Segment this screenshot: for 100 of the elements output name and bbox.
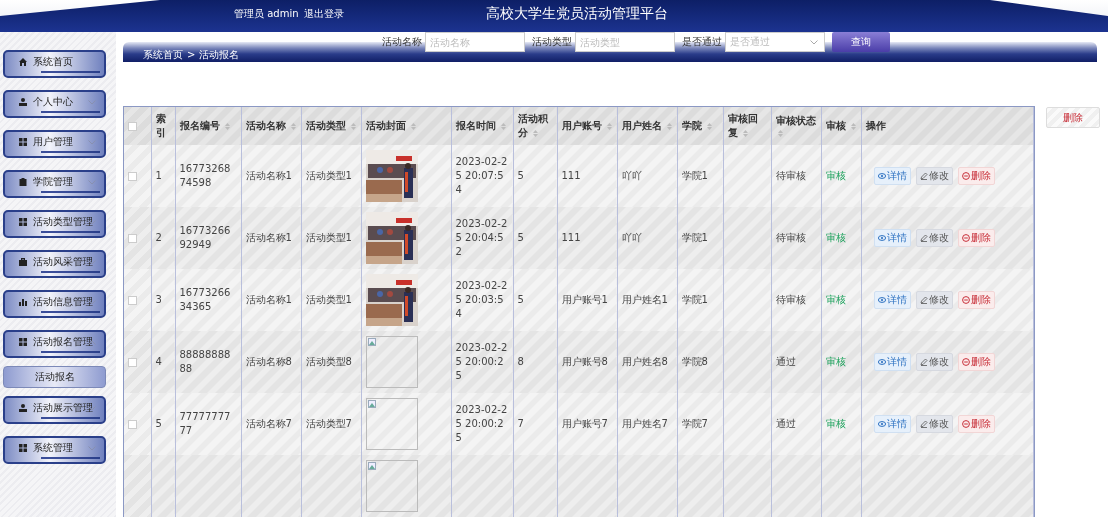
table-cell: 5 bbox=[517, 294, 524, 305]
sidebar-item[interactable]: 用户管理 bbox=[3, 130, 106, 158]
column-header[interactable]: 学院 bbox=[677, 107, 723, 145]
row-checkbox[interactable] bbox=[128, 296, 137, 305]
broken-image-icon bbox=[367, 400, 376, 408]
column-header[interactable]: 用户账号 bbox=[557, 107, 617, 145]
breadcrumb-separator: > bbox=[187, 48, 196, 61]
table-cell: 8888888888 bbox=[179, 349, 231, 374]
delete-button[interactable]: 删除 bbox=[1045, 107, 1100, 128]
column-header: 操作 bbox=[861, 107, 1033, 145]
table-cell: 1677326634365 bbox=[179, 287, 231, 312]
edit-button[interactable]: 修改 bbox=[915, 229, 953, 247]
sidebar-item[interactable]: 活动展示管理 bbox=[3, 396, 106, 424]
table-cell: 111 bbox=[561, 170, 581, 181]
table-cell: 通过 bbox=[775, 356, 796, 367]
sort-icon bbox=[777, 130, 783, 137]
search-field[interactable]: 活动名称 bbox=[425, 32, 525, 52]
breadcrumb-item[interactable]: 系统首页 bbox=[143, 48, 183, 61]
sidebar-item[interactable]: 活动风采管理 bbox=[3, 250, 106, 278]
chevron-down-icon bbox=[88, 140, 96, 145]
column-header[interactable]: 审核状态 bbox=[771, 107, 821, 145]
view-button[interactable]: 详情 bbox=[873, 291, 911, 309]
column-header[interactable]: 活动封面 bbox=[361, 107, 451, 145]
sidebar-item[interactable]: 学院管理 bbox=[3, 170, 106, 198]
edit-button[interactable]: 修改 bbox=[915, 291, 953, 309]
table-cell: 待审核 bbox=[775, 170, 806, 181]
logout-link[interactable]: 退出登录 bbox=[303, 7, 344, 21]
sidebar-item[interactable]: 系统管理 bbox=[3, 436, 106, 464]
edit-button[interactable]: 修改 bbox=[915, 353, 953, 371]
breadcrumb-item[interactable]: 活动报名 bbox=[199, 48, 240, 61]
clipboard-icon bbox=[19, 178, 27, 186]
sidebar-item[interactable]: 个人中心 bbox=[3, 90, 106, 118]
delete-button[interactable]: 删除 bbox=[957, 291, 995, 309]
table-cell: 111 bbox=[561, 232, 581, 243]
column-header[interactable]: 活动积分 bbox=[513, 107, 557, 145]
table-cell: 用户账号7 bbox=[561, 418, 608, 429]
delete-button[interactable]: 删除 bbox=[957, 415, 995, 433]
table-cell: 活动类型1 bbox=[305, 232, 352, 243]
edit-button[interactable]: 修改 bbox=[915, 167, 953, 185]
view-button[interactable]: 详情 bbox=[873, 415, 911, 433]
minus-circle-icon bbox=[961, 172, 970, 180]
minus-circle-icon bbox=[961, 296, 970, 304]
table-cell: 通过 bbox=[775, 418, 796, 429]
table-cell: 活动名称7 bbox=[245, 418, 292, 429]
row-checkbox[interactable] bbox=[128, 420, 137, 429]
eye-icon bbox=[877, 234, 886, 242]
sort-icon bbox=[707, 122, 712, 130]
table-cell: 学院7 bbox=[681, 418, 708, 429]
table-cell: 活动名称1 bbox=[245, 232, 292, 243]
field-label: 活动类型 bbox=[532, 35, 572, 49]
view-button[interactable]: 详情 bbox=[873, 229, 911, 247]
column-header[interactable]: 活动类型 bbox=[301, 107, 361, 145]
sort-icon bbox=[607, 122, 612, 130]
table-cell: 用户姓名7 bbox=[621, 418, 668, 429]
table-cell: 1677326692949 bbox=[179, 225, 231, 250]
table-cell: 2 bbox=[155, 232, 162, 243]
delete-button[interactable]: 删除 bbox=[957, 167, 995, 185]
eye-icon bbox=[877, 172, 886, 180]
sort-icon bbox=[351, 122, 356, 130]
search-button[interactable]: 查询 bbox=[832, 32, 890, 52]
sidebar-item[interactable]: 活动信息管理 bbox=[3, 290, 106, 318]
table-cell: 待审核 bbox=[775, 232, 806, 243]
column-header[interactable]: 活动名称 bbox=[241, 107, 301, 145]
table-cell: 学院1 bbox=[681, 232, 708, 243]
row-checkbox[interactable] bbox=[128, 358, 137, 367]
column-header: 索引 bbox=[151, 107, 175, 145]
table-cell: 7777777777 bbox=[179, 411, 231, 436]
table-cell: 2023-02-25 20:00:25 bbox=[455, 342, 508, 381]
table-cell: 用户姓名8 bbox=[621, 356, 668, 367]
table-cell: 2023-02-25 20:07:54 bbox=[455, 156, 508, 195]
edit-button[interactable]: 修改 bbox=[915, 415, 953, 433]
row-checkbox[interactable] bbox=[128, 234, 137, 243]
sidebar-item[interactable]: 活动类型管理 bbox=[3, 210, 106, 238]
select-all-checkbox[interactable] bbox=[128, 122, 137, 131]
table-cell: 活动类型1 bbox=[305, 170, 352, 181]
column-header[interactable]: 审核 bbox=[821, 107, 861, 145]
delete-button[interactable]: 删除 bbox=[957, 229, 995, 247]
chevron-down-icon bbox=[88, 100, 96, 105]
column-header[interactable]: 用户姓名 bbox=[617, 107, 677, 145]
column-header[interactable]: 审核回复 bbox=[723, 107, 771, 145]
sidebar-item[interactable]: 系统首页 bbox=[3, 50, 106, 78]
column-header[interactable]: 报名时间 bbox=[451, 107, 513, 145]
view-button[interactable]: 详情 bbox=[873, 353, 911, 371]
eye-icon bbox=[877, 358, 886, 366]
submenu-item[interactable]: 活动报名 bbox=[3, 366, 106, 388]
table-cell: 2023-02-25 20:04:52 bbox=[455, 218, 508, 257]
grid-icon bbox=[19, 218, 27, 226]
column-header[interactable]: 报名编号 bbox=[175, 107, 241, 145]
table-cell: 学院1 bbox=[681, 294, 708, 305]
grid-icon bbox=[19, 138, 27, 146]
delete-button[interactable]: 删除 bbox=[957, 353, 995, 371]
table-cell: 用户账号8 bbox=[561, 356, 608, 367]
table-cell: 3 bbox=[155, 294, 162, 305]
table-cell: 1 bbox=[155, 170, 162, 181]
table-cell: 待审核 bbox=[775, 294, 806, 305]
view-button[interactable]: 详情 bbox=[873, 167, 911, 185]
eye-icon bbox=[877, 420, 886, 428]
broken-image-icon bbox=[367, 338, 376, 346]
row-checkbox[interactable] bbox=[128, 172, 137, 181]
grid-icon bbox=[19, 444, 27, 452]
